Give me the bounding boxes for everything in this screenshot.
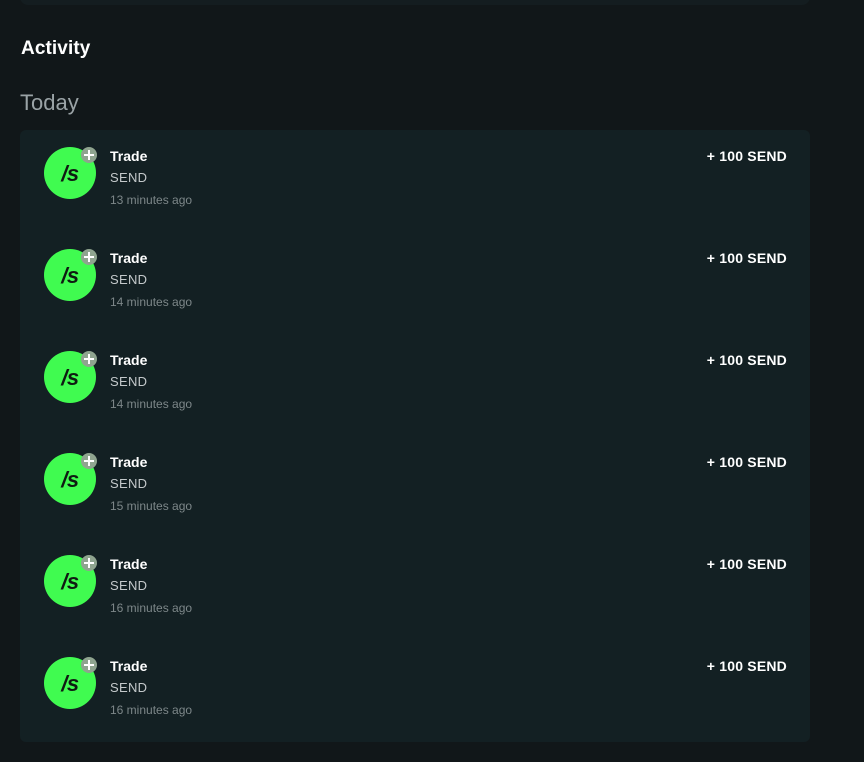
activity-item-token: SEND: [110, 680, 148, 695]
send-logo: /s: [61, 262, 79, 288]
activity-item-time: 14 minutes ago: [110, 295, 193, 309]
send-logo: /s: [61, 568, 79, 594]
activity-list: /s Trade SEND 13 minutes ago + 100 SEND …: [20, 130, 810, 742]
activity-item[interactable]: /s Trade SEND 13 minutes ago + 100 SEND: [20, 130, 810, 232]
activity-item-title: Trade: [110, 148, 148, 164]
activity-item-amount: + 100 SEND: [706, 556, 787, 572]
activity-item-time: 13 minutes ago: [110, 193, 193, 207]
plus-icon: [81, 555, 97, 571]
activity-item[interactable]: /s Trade SEND 16 minutes ago + 100 SEND: [20, 538, 810, 640]
plus-icon: [81, 147, 97, 163]
activity-item-amount: + 100 SEND: [706, 454, 787, 470]
activity-item-amount: + 100 SEND: [706, 148, 787, 164]
plus-icon: [81, 453, 97, 469]
day-label: Today: [20, 90, 79, 115]
activity-item[interactable]: /s Trade SEND 16 minutes ago + 100 SEND: [20, 640, 810, 742]
send-logo: /s: [61, 670, 79, 696]
activity-item-token: SEND: [110, 374, 148, 389]
activity-item-title: Trade: [110, 556, 148, 572]
activity-item[interactable]: /s Trade SEND 14 minutes ago + 100 SEND: [20, 334, 810, 436]
send-logo: /s: [61, 364, 79, 390]
activity-item-title: Trade: [110, 250, 148, 266]
activity-item-time: 14 minutes ago: [110, 397, 193, 411]
activity-item[interactable]: /s Trade SEND 14 minutes ago + 100 SEND: [20, 232, 810, 334]
activity-item-token: SEND: [110, 578, 148, 593]
send-logo: /s: [61, 160, 79, 186]
activity-item-title: Trade: [110, 454, 148, 470]
activity-item-time: 16 minutes ago: [110, 601, 193, 615]
activity-item-amount: + 100 SEND: [706, 658, 787, 674]
activity-item[interactable]: /s Trade SEND 15 minutes ago + 100 SEND: [20, 436, 810, 538]
activity-heading: Activity: [21, 38, 91, 59]
activity-item-time: 16 minutes ago: [110, 703, 193, 717]
activity-item-time: 15 minutes ago: [110, 499, 193, 513]
plus-icon: [81, 657, 97, 673]
previous-card-edge: [20, 0, 810, 5]
plus-icon: [81, 249, 97, 265]
send-logo: /s: [61, 466, 79, 492]
activity-item-title: Trade: [110, 352, 148, 368]
activity-page: Activity Today /s Trade SEND 13 minutes …: [0, 0, 864, 762]
activity-item-token: SEND: [110, 170, 148, 185]
activity-item-amount: + 100 SEND: [706, 250, 787, 266]
activity-item-token: SEND: [110, 272, 148, 287]
plus-icon: [81, 351, 97, 367]
activity-item-amount: + 100 SEND: [706, 352, 787, 368]
activity-item-token: SEND: [110, 476, 148, 491]
activity-item-title: Trade: [110, 658, 148, 674]
